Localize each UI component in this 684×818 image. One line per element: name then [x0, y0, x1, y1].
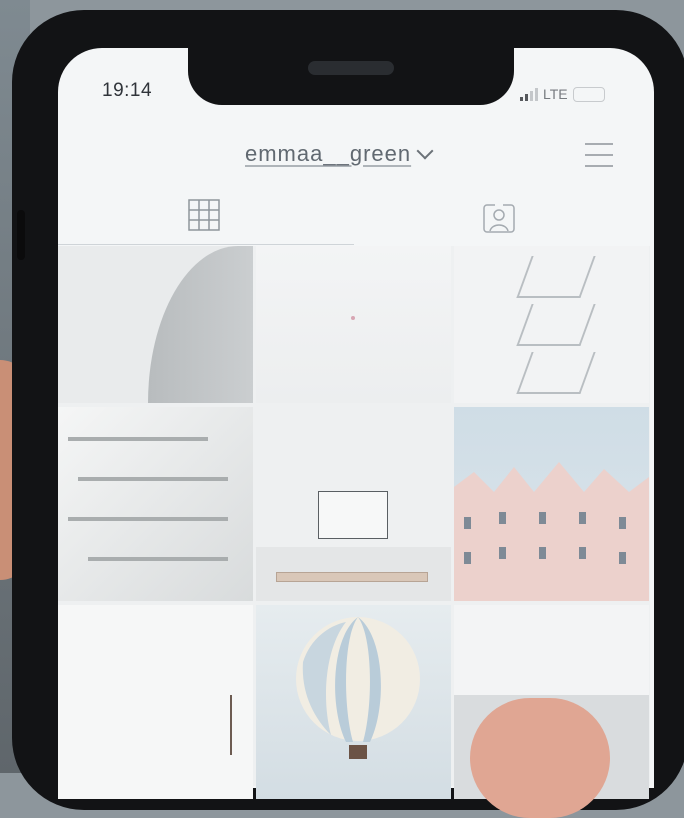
hand-thumb: [470, 698, 610, 818]
photo-4[interactable]: [58, 407, 253, 601]
active-tab-indicator: [58, 244, 354, 245]
hamburger-menu-icon[interactable]: [585, 143, 613, 167]
photo-6[interactable]: [454, 407, 649, 601]
photo-7[interactable]: [58, 605, 253, 799]
signal-bars-icon: [520, 87, 538, 101]
tagged-person-icon[interactable]: [482, 202, 516, 234]
photo-5[interactable]: [256, 407, 451, 601]
photo-8[interactable]: [256, 605, 451, 799]
photo-3[interactable]: [454, 246, 649, 403]
username-switcher[interactable]: emmaa__green: [245, 141, 434, 167]
status-indicators: LTE: [520, 86, 605, 102]
network-label: LTE: [543, 86, 568, 102]
username: emmaa__green: [245, 141, 412, 166]
grid-icon[interactable]: [188, 199, 220, 231]
speaker-grille: [308, 61, 394, 75]
photo-1[interactable]: [58, 246, 253, 403]
notch: [188, 47, 514, 105]
status-time: 19:14: [102, 80, 153, 101]
side-button: [17, 210, 25, 260]
battery-icon: [572, 86, 605, 102]
chevron-down-icon: [416, 142, 434, 160]
photo-2[interactable]: [256, 246, 451, 403]
